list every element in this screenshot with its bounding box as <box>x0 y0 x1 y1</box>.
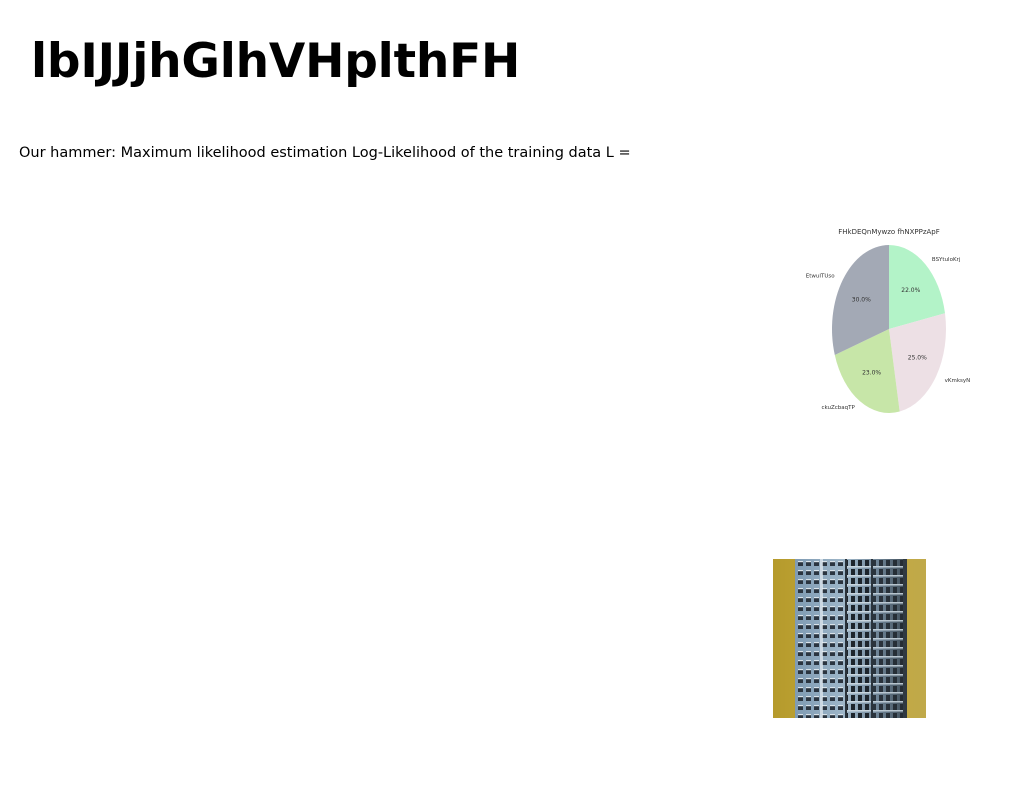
pie-slice-percent-label: 22.0% <box>901 287 920 294</box>
pie-slice-category-label: vKmksyN <box>945 378 971 384</box>
pie-chart: FHkDEQnMywzo fhNXPPzApF 22.0% 25.0% 23.0% 3… <box>806 228 971 413</box>
pie-chart-figure: FHkDEQnMywzo fhNXPPzApF 22.0% 25.0% 23.0% 3… <box>800 222 972 418</box>
slide-title: lbIJJjhGlhVHplthFH <box>31 34 521 89</box>
pie-slice-percent-label: 23.0% <box>862 369 881 376</box>
pie-slice-percent-label: 25.0% <box>908 354 927 361</box>
pie-slice-category-label: EtwuITUso <box>806 274 835 280</box>
body-text: Our hammer: Maximum likelihood estimatio… <box>19 145 631 161</box>
chart-title: FHkDEQnMywzo fhNXPPzApF <box>838 228 940 236</box>
pie-slice-category-label: BSYtuloKrj <box>932 257 961 263</box>
pie-slice-percent-label: 30.0% <box>852 296 871 303</box>
building-photo-image <box>773 559 926 718</box>
pie-slice-category-label: ckuZcbaqTP <box>821 405 855 411</box>
building-photo <box>773 559 926 718</box>
